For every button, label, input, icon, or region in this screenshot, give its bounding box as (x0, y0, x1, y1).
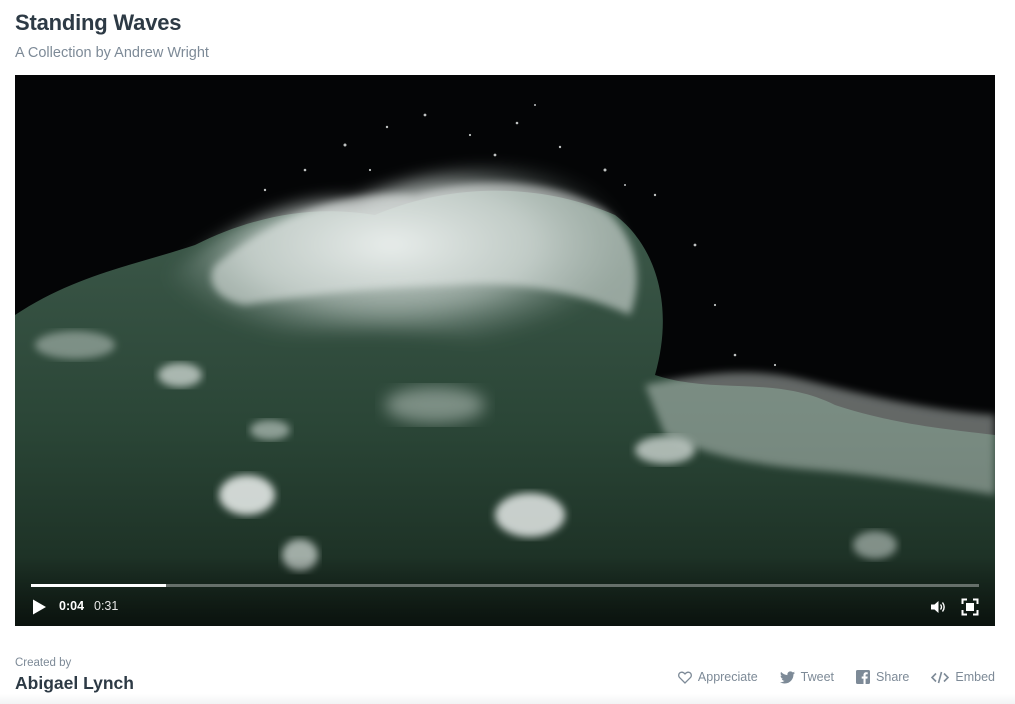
code-icon (931, 671, 950, 683)
tweet-button[interactable]: Tweet (779, 670, 835, 684)
heart-icon (677, 671, 692, 684)
progress-fill (31, 584, 166, 587)
page: Standing Waves A Collection by Andrew Wr… (0, 0, 1015, 704)
appreciate-label: Appreciate (697, 670, 758, 684)
play-button[interactable] (30, 598, 48, 616)
share-button[interactable]: Share (856, 670, 909, 684)
collection-subtitle[interactable]: A Collection by Andrew Wright (15, 45, 209, 61)
controls-overlay (15, 556, 995, 626)
duration: 0:31 (94, 599, 119, 613)
current-time: 0:04 (59, 599, 85, 613)
volume-button[interactable] (929, 598, 947, 616)
fullscreen-icon (961, 598, 979, 616)
progress-bar[interactable] (31, 584, 979, 587)
tweet-label: Tweet (800, 670, 835, 684)
video-frame[interactable] (15, 75, 995, 626)
appreciate-button[interactable]: Appreciate (677, 670, 758, 684)
share-label: Share (876, 670, 910, 684)
facebook-icon (856, 670, 871, 684)
play-icon (33, 599, 46, 615)
creator-name[interactable]: Abigael Lynch (15, 673, 134, 694)
twitter-icon (779, 670, 795, 683)
bottom-fade (0, 694, 1015, 704)
embed-label: Embed (955, 670, 995, 684)
video-player[interactable]: 0:04 0:31 (15, 75, 995, 626)
created-by-label: Created by (15, 657, 72, 669)
fullscreen-button[interactable] (961, 598, 979, 616)
embed-button[interactable]: Embed (931, 670, 995, 684)
volume-icon (931, 601, 945, 613)
page-title: Standing Waves (15, 10, 182, 35)
action-bar: Appreciate Tweet Share Embed (677, 670, 995, 684)
